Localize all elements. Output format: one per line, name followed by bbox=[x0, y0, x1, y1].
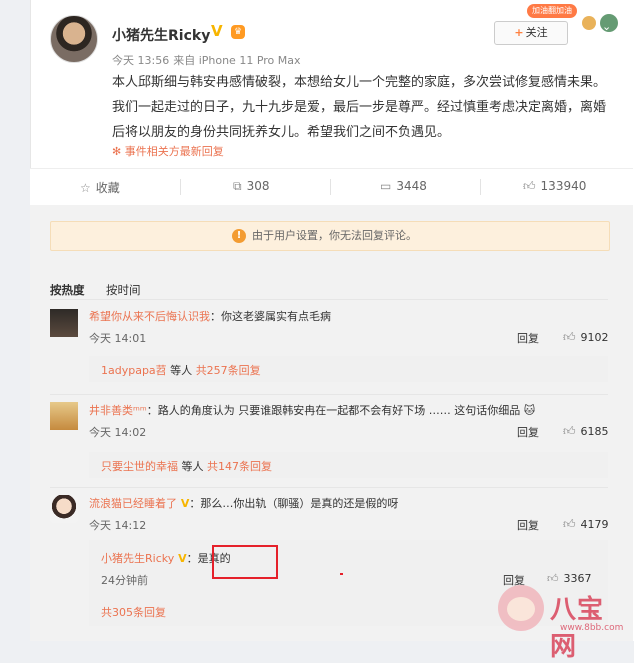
sub-reply-user[interactable]: 1adypapa苕 bbox=[101, 364, 167, 377]
favorite-label: 收藏 bbox=[95, 181, 120, 195]
commenter-avatar[interactable] bbox=[50, 402, 78, 430]
comment-line: 井非善类ᵐᵐ：路人的角度认为 只要谁跟韩安冉在一起都不会有好下场 …… 这句话你… bbox=[89, 402, 535, 418]
post-device: 来自 iPhone 11 Pro Max bbox=[173, 54, 301, 67]
favorite-button[interactable]: ☆ 收藏 bbox=[80, 179, 120, 196]
comment-count: 3448 bbox=[396, 179, 427, 193]
comment-text: ：路人的角度认为 只要谁跟韩安冉在一起都不会有好下场 …… 这句话你细品 bbox=[146, 404, 521, 417]
comment-like-button[interactable]: 👍︎ 9102 bbox=[563, 330, 609, 345]
tab-divider bbox=[50, 299, 608, 300]
follow-button[interactable]: + 关注 bbox=[494, 21, 568, 45]
divider bbox=[480, 179, 481, 195]
comment-like-button[interactable]: 👍︎ 6185 bbox=[563, 424, 609, 439]
comment-text: ：你这老婆属实有点毛病 bbox=[210, 310, 331, 323]
chevron-down-icon[interactable]: ⌄ bbox=[602, 20, 611, 33]
like-button[interactable]: 👍︎ 133940 bbox=[523, 179, 586, 194]
comment-time: 今天 14:01 bbox=[89, 332, 147, 345]
nested-like-count: 3367 bbox=[563, 572, 592, 585]
flower-icon: ✻ bbox=[112, 145, 125, 158]
annotation-dot bbox=[340, 573, 343, 575]
commenter-avatar[interactable] bbox=[50, 309, 78, 337]
plus-icon: + bbox=[514, 26, 524, 39]
watermark-logo bbox=[498, 585, 544, 631]
vip-crown-icon: ♛ bbox=[231, 25, 245, 39]
thumbs-up-icon: 👍︎ bbox=[563, 330, 576, 344]
repost-icon: ⧉ bbox=[233, 179, 242, 193]
nested-reply-user[interactable]: 小猪先生Ricky bbox=[101, 552, 174, 565]
sub-reply-count[interactable]: 共147条回复 bbox=[207, 460, 272, 473]
thumbs-up-icon: 👍︎ bbox=[523, 179, 536, 193]
commenter-name[interactable]: 希望你从来不后悔认识我 bbox=[89, 310, 210, 323]
comment-like-count: 4179 bbox=[580, 518, 609, 531]
watermark-url: www.8bb.com bbox=[560, 623, 624, 633]
event-source-link[interactable]: ✻ 事件相关方最新回复 bbox=[112, 143, 224, 159]
event-source-label: 事件相关方最新回复 bbox=[124, 145, 224, 158]
comment-icon: ▭ bbox=[380, 179, 392, 193]
verified-v-icon: V bbox=[174, 552, 187, 565]
notice-text: 由于用户设置，你无法回复评论。 bbox=[252, 229, 417, 242]
decoration-tag: 加油翻加油 bbox=[527, 4, 577, 18]
tab-hot[interactable]: 按热度 bbox=[50, 282, 85, 298]
sub-replies-line: 1adypapa苕 等人 共257条回复 bbox=[101, 362, 261, 378]
highlight-box bbox=[212, 545, 278, 579]
sub-reply-user[interactable]: 只要尘世的幸福 bbox=[101, 460, 178, 473]
reply-button[interactable]: 回复 bbox=[517, 330, 539, 346]
watermark-face bbox=[507, 597, 535, 621]
comment-button[interactable]: ▭ 3448 bbox=[380, 179, 427, 193]
verified-v-icon: V bbox=[211, 22, 223, 40]
divider bbox=[330, 179, 331, 195]
action-bar: ☆ 收藏 ⧉ 308 ▭ 3448 👍︎ 133940 bbox=[30, 168, 633, 206]
nested-reply-time: 24分钟前 bbox=[101, 574, 148, 587]
reply-button[interactable]: 回复 bbox=[517, 517, 539, 533]
author-avatar[interactable] bbox=[50, 15, 98, 63]
site-watermark: 八宝网 www.8bb.com bbox=[498, 585, 628, 662]
sub-reply-mid: 等人 bbox=[166, 364, 196, 377]
star-icon: ☆ bbox=[80, 181, 91, 195]
commenter-name[interactable]: 井非善类ᵐᵐ bbox=[89, 404, 147, 417]
comment-line: 希望你从来不后悔认识我：你这老婆属实有点毛病 bbox=[89, 308, 331, 324]
repost-button[interactable]: ⧉ 308 bbox=[233, 179, 269, 194]
post-meta: 今天 13:56 来自 iPhone 11 Pro Max bbox=[112, 52, 305, 68]
post-time[interactable]: 今天 13:56 bbox=[112, 54, 169, 67]
sub-reply-count[interactable]: 共305条回复 bbox=[101, 604, 166, 620]
comment-divider bbox=[50, 487, 608, 488]
follow-label: 关注 bbox=[525, 26, 548, 39]
tab-time[interactable]: 按时间 bbox=[106, 282, 141, 298]
commenter-name[interactable]: 流浪猫已经睡着了 bbox=[89, 497, 177, 510]
emoji-icon: 🐱 bbox=[520, 404, 536, 417]
author-name[interactable]: 小猪先生Ricky bbox=[112, 25, 210, 45]
repost-count: 308 bbox=[246, 179, 270, 193]
thumbs-up-icon: 👍︎ bbox=[563, 424, 576, 438]
sub-replies-summary[interactable]: 1adypapa苕 等人 共257条回复 bbox=[89, 356, 608, 382]
comment-divider bbox=[50, 394, 608, 395]
vip-badge-icon: V bbox=[177, 497, 190, 510]
comment-text: ：那么…你出轨（聊骚）是真的还是假的呀 bbox=[189, 497, 399, 510]
thumbs-up-icon: 👍︎ bbox=[547, 572, 559, 585]
comment-time: 今天 14:02 bbox=[89, 426, 147, 439]
reply-restriction-notice: ! 由于用户设置，你无法回复评论。 bbox=[50, 221, 610, 251]
sub-reply-count[interactable]: 共257条回复 bbox=[196, 364, 261, 377]
warning-icon: ! bbox=[232, 229, 246, 243]
sub-replies-summary[interactable]: 只要尘世的幸福 等人 共147条回复 bbox=[89, 452, 608, 478]
nested-like-button[interactable]: 👍︎ 3367 bbox=[547, 572, 592, 585]
comment-like-button[interactable]: 👍︎ 4179 bbox=[563, 517, 609, 532]
thumbs-up-icon: 👍︎ bbox=[563, 517, 576, 531]
comment-line: 流浪猫已经睡着了 V：那么…你出轨（聊骚）是真的还是假的呀 bbox=[89, 495, 398, 511]
post-text: 本人邱斯细与韩安冉感情破裂，本想给女儿一个完整的家庭，多次尝试修复感情未果。我们… bbox=[112, 75, 607, 140]
sub-reply-mid: 等人 bbox=[178, 460, 207, 473]
comment-like-count: 9102 bbox=[580, 331, 609, 344]
commenter-avatar[interactable] bbox=[50, 495, 78, 523]
comment-time: 今天 14:12 bbox=[89, 519, 147, 532]
sub-replies-line: 只要尘世的幸福 等人 共147条回复 bbox=[101, 458, 272, 474]
reply-button[interactable]: 回复 bbox=[517, 424, 539, 440]
like-count: 133940 bbox=[540, 179, 587, 193]
divider bbox=[180, 179, 181, 195]
sticker-face-icon bbox=[582, 16, 596, 30]
comment-like-count: 6185 bbox=[580, 425, 609, 438]
